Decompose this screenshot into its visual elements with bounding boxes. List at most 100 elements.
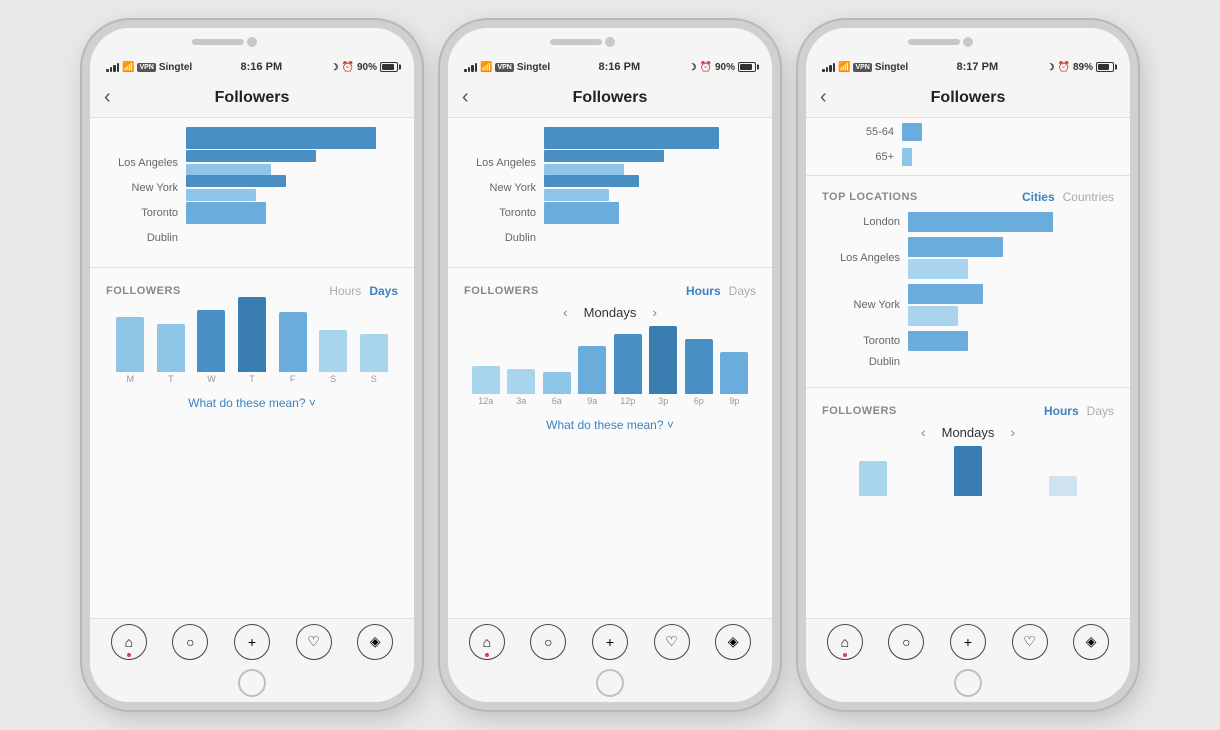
followers-section-2: FOLLOWERS Hours Days ‹ Mondays › 12a bbox=[448, 276, 772, 448]
status-left-2: 📶 VPN Singtel bbox=[464, 62, 550, 73]
followers-header-1: FOLLOWERS Hours Days bbox=[106, 284, 398, 298]
phone-bottom-1 bbox=[90, 664, 414, 702]
la-row-2: Los Angeles bbox=[464, 153, 756, 173]
day-label-2: Mondays bbox=[584, 305, 637, 320]
bar-label-W: W bbox=[207, 374, 216, 384]
time-2: 8:16 PM bbox=[599, 61, 641, 73]
days-tab-2[interactable]: Days bbox=[729, 284, 756, 298]
prev-day-2[interactable]: ‹ bbox=[563, 304, 568, 320]
countries-tab[interactable]: Countries bbox=[1063, 190, 1114, 204]
toronto-row-2: Toronto bbox=[464, 203, 756, 223]
tab-group-1: Hours Days bbox=[329, 284, 398, 298]
bar-label-F: F bbox=[290, 374, 296, 384]
london-row: London bbox=[822, 212, 1114, 232]
phone-1: 📶 VPN Singtel 8:16 PM ☽ ⏰ 90% ‹ Follower… bbox=[82, 20, 422, 710]
plus-icon-3: + bbox=[964, 634, 972, 650]
bottom-tabs-2: ⌂ ○ + ♡ ◈ bbox=[448, 618, 772, 664]
nav-header-3: ‹ Followers bbox=[806, 78, 1130, 118]
what-mean-2[interactable]: What do these mean? ˅ bbox=[464, 410, 756, 440]
bar-6a: 6a bbox=[539, 372, 575, 406]
search-tab-3[interactable]: ○ bbox=[888, 624, 924, 660]
page-title-3: Followers bbox=[931, 89, 1006, 107]
vpn-badge: VPN bbox=[137, 63, 155, 72]
phone-top-2 bbox=[448, 28, 772, 56]
layers-tab-1[interactable]: ◈ bbox=[357, 624, 393, 660]
followers-section-3: FOLLOWERS Hours Days ‹ Mondays › bbox=[806, 396, 1130, 504]
locations-section-2: Los Angeles New York Tor bbox=[448, 118, 772, 259]
moon-icon-1: ☽ bbox=[330, 62, 338, 73]
layers-tab-3[interactable]: ◈ bbox=[1073, 624, 1109, 660]
back-button-3[interactable]: ‹ bbox=[820, 86, 827, 109]
moon-icon-2: ☽ bbox=[688, 62, 696, 73]
search-tab-2[interactable]: ○ bbox=[530, 624, 566, 660]
next-day-3[interactable]: › bbox=[1010, 424, 1015, 440]
back-button-1[interactable]: ‹ bbox=[104, 86, 111, 109]
back-button-2[interactable]: ‹ bbox=[462, 86, 469, 109]
day-label-3: Mondays bbox=[942, 425, 995, 440]
dublin-row-3: Dublin bbox=[822, 356, 1114, 368]
label-12p: 12p bbox=[620, 396, 635, 406]
la-label-2: Los Angeles bbox=[464, 157, 536, 169]
speaker-bar bbox=[192, 39, 244, 45]
bar-col-T2: T bbox=[232, 297, 273, 384]
home-tab-3[interactable]: ⌂ bbox=[827, 624, 863, 660]
what-mean-1[interactable]: What do these mean? ˅ bbox=[106, 388, 398, 418]
plus-tab-2[interactable]: + bbox=[592, 624, 628, 660]
carrier-2: Singtel bbox=[517, 62, 550, 73]
home-circle-1[interactable] bbox=[238, 669, 266, 697]
la-row-3: Los Angeles bbox=[822, 237, 1114, 279]
home-circle-2[interactable] bbox=[596, 669, 624, 697]
bar-col-F: F bbox=[272, 312, 313, 384]
divider-2 bbox=[448, 267, 772, 268]
signal-icon-3 bbox=[822, 62, 835, 72]
hours-tab-3[interactable]: Hours bbox=[1044, 404, 1079, 418]
bar-9p: 9p bbox=[717, 352, 753, 406]
prev-day-3[interactable]: ‹ bbox=[921, 424, 926, 440]
dublin-label-1: Dublin bbox=[106, 232, 178, 244]
camera-dot-2 bbox=[605, 37, 615, 47]
heart-tab-2[interactable]: ♡ bbox=[654, 624, 690, 660]
bar-3a: 3a bbox=[504, 369, 540, 406]
next-day-2[interactable]: › bbox=[652, 304, 657, 320]
hours-tab-2[interactable]: Hours bbox=[686, 284, 721, 298]
heart-tab-3[interactable]: ♡ bbox=[1012, 624, 1048, 660]
battery-icon-2 bbox=[738, 62, 756, 72]
days-tab-3[interactable]: Days bbox=[1087, 404, 1114, 418]
bottom-tabs-1: ⌂ ○ + ♡ ◈ bbox=[90, 618, 414, 664]
phone-top-3 bbox=[806, 28, 1130, 56]
bar-col-S2: S bbox=[353, 334, 394, 384]
ny-row-3: New York bbox=[822, 284, 1114, 326]
bar-col-S1: S bbox=[313, 330, 354, 384]
plus-tab-3[interactable]: + bbox=[950, 624, 986, 660]
home-circle-3[interactable] bbox=[954, 669, 982, 697]
toronto-label-1: Toronto bbox=[106, 207, 178, 219]
status-left-3: 📶 VPN Singtel bbox=[822, 62, 908, 73]
battery-icon-3 bbox=[1096, 62, 1114, 72]
camera-dot bbox=[247, 37, 257, 47]
bar-12p: 12p bbox=[610, 334, 646, 406]
speaker-bar-3 bbox=[908, 39, 960, 45]
bar-col-T1: T bbox=[151, 324, 192, 384]
search-icon-3: ○ bbox=[902, 634, 910, 650]
bar-col-M: M bbox=[110, 317, 151, 384]
top-bar-row bbox=[106, 128, 398, 148]
phone-2: 📶 VPN Singtel 8:16 PM ☽ ⏰ 90% ‹ Follower… bbox=[440, 20, 780, 710]
status-right-2: ☽ ⏰ 90% bbox=[688, 62, 756, 73]
search-tab-1[interactable]: ○ bbox=[172, 624, 208, 660]
home-tab-1[interactable]: ⌂ bbox=[111, 624, 147, 660]
time-1: 8:16 PM bbox=[241, 61, 283, 73]
hours-tab-1[interactable]: Hours bbox=[329, 284, 361, 298]
heart-tab-1[interactable]: ♡ bbox=[296, 624, 332, 660]
battery-pct-1: 90% bbox=[357, 62, 377, 73]
days-tab-1[interactable]: Days bbox=[369, 284, 398, 298]
phone-top-1 bbox=[90, 28, 414, 56]
london-label: London bbox=[822, 216, 900, 228]
dublin-label-3: Dublin bbox=[822, 356, 900, 368]
plus-tab-1[interactable]: + bbox=[234, 624, 270, 660]
layers-tab-2[interactable]: ◈ bbox=[715, 624, 751, 660]
followers-section-1: FOLLOWERS Hours Days M T bbox=[90, 276, 414, 426]
bar-6a-3 bbox=[1015, 476, 1110, 496]
home-tab-2[interactable]: ⌂ bbox=[469, 624, 505, 660]
cities-tab[interactable]: Cities bbox=[1022, 190, 1055, 204]
day-nav-3: ‹ Mondays › bbox=[822, 424, 1114, 440]
